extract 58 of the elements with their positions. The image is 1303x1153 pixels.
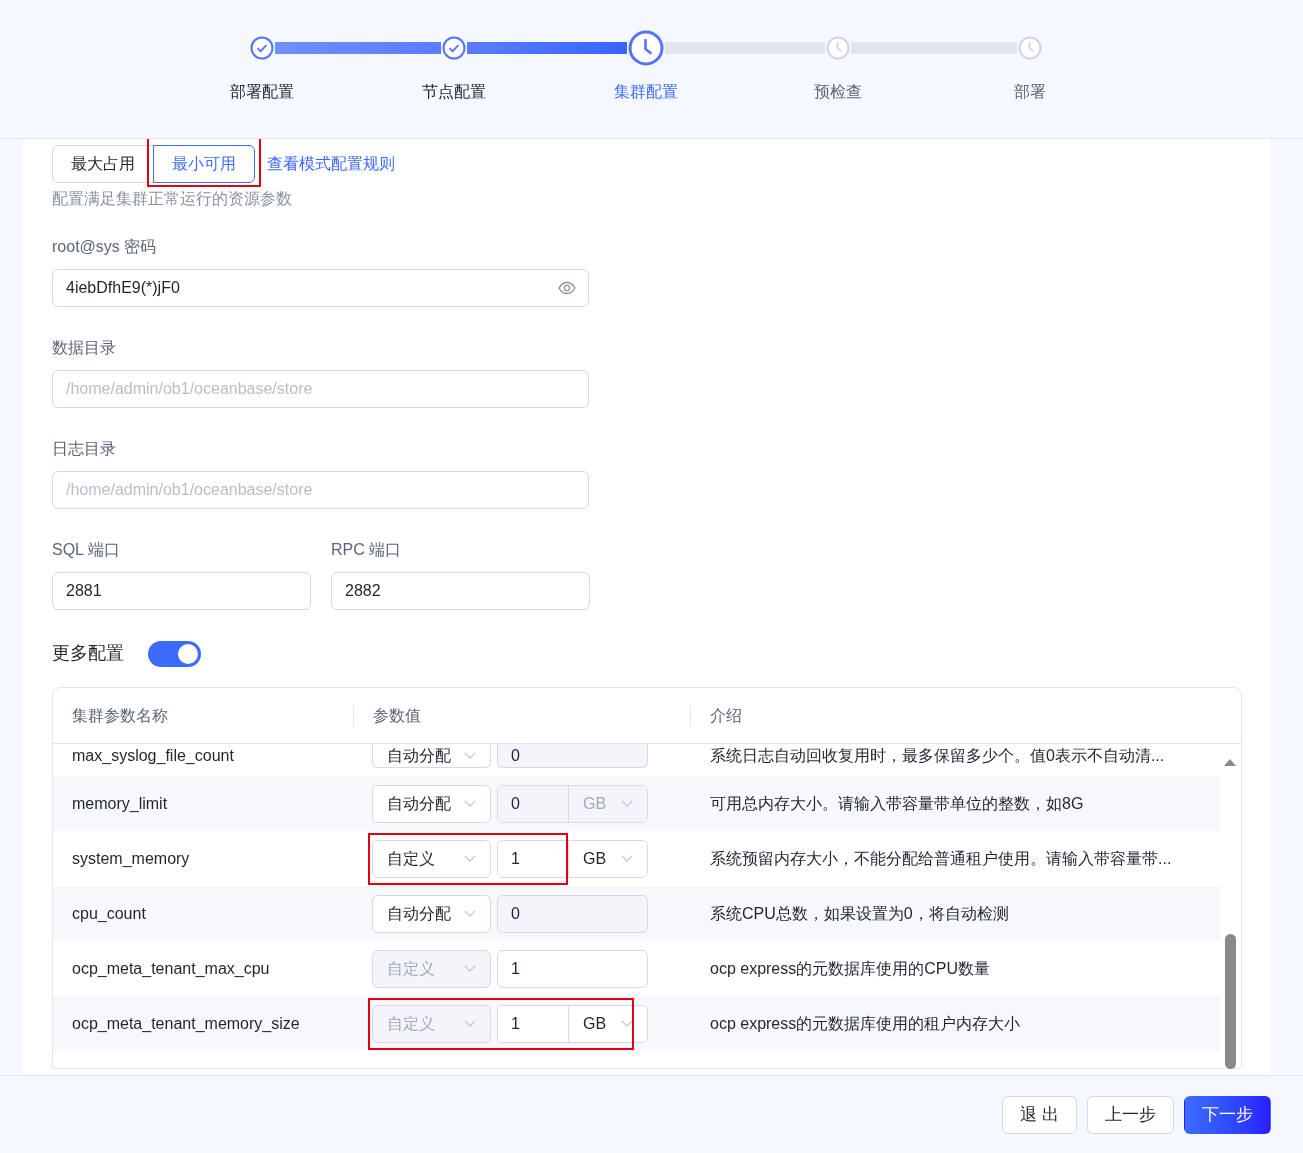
chevron-down-icon [464, 800, 476, 807]
table-cell-text: 系统日志自动回收复用时，最多保留多少个。值0表示不自动清... [709, 746, 1166, 766]
table-cell-text: system_memory [71, 848, 191, 869]
mode-option[interactable]: 最小可用 [153, 145, 255, 183]
toggle-switch[interactable] [148, 640, 201, 667]
step-label: 节点配置 [422, 82, 486, 102]
eye-icon [558, 280, 576, 296]
footer-button[interactable]: 上一步 [1087, 1095, 1174, 1134]
column-header: 集群参数名称 [72, 705, 168, 726]
column-header: 参数值 [372, 705, 421, 726]
chevron-down-icon [621, 800, 633, 807]
unit-dropdown[interactable]: GB [569, 1005, 647, 1042]
input-field[interactable]: 2882 [331, 572, 590, 610]
table-cell-text: ocp express的元数据库使用的租户内存大小 [709, 1013, 1022, 1034]
field-label: SQL 端口 [52, 540, 121, 560]
table-cell-text: ocp_meta_tenant_memory_size [71, 1013, 301, 1034]
select-dropdown[interactable]: 自动分配 [372, 894, 491, 933]
rules-link[interactable]: 查看模式配置规则 [267, 152, 395, 176]
input-field[interactable]: /home/admin/ob1/oceanbase/store [52, 370, 589, 408]
chevron-down-icon [464, 965, 476, 972]
step-label: 部署 [1014, 82, 1046, 102]
step-label: 部署配置 [230, 82, 294, 102]
table-cell-text: cpu_count [71, 903, 147, 924]
table-cell-text: 系统CPU总数，如果设置为0，将自动检测 [709, 903, 1010, 924]
table-cell-text: ocp_meta_tenant_max_cpu [71, 958, 271, 979]
password-field[interactable]: 4iebDfhE9(*)jF0 [52, 269, 589, 307]
field-label: root@sys 密码 [52, 237, 158, 257]
chevron-down-icon [621, 1020, 633, 1027]
footer-button[interactable]: 下一步 [1184, 1095, 1271, 1134]
chevron-down-icon [464, 910, 476, 917]
more-config-label: 更多配置 [52, 642, 124, 665]
table-cell-text: 系统预留内存大小，不能分配给普通租户使用。请输入带容量带... [709, 848, 1173, 869]
footer-button[interactable]: 退 出 [1002, 1095, 1077, 1134]
input-field[interactable]: 1 [498, 1005, 569, 1042]
chevron-down-icon [464, 752, 476, 759]
scrollbar-thumb[interactable] [1225, 934, 1236, 1069]
input-field[interactable]: 2881 [52, 572, 311, 610]
input-field[interactable]: 1 [497, 949, 648, 988]
field-label: 数据目录 [52, 338, 117, 358]
column-header: 介绍 [710, 705, 743, 726]
mode-description: 配置满足集群正常运行的资源参数 [52, 189, 293, 209]
step-label: 预检查 [814, 82, 862, 102]
input-field[interactable]: /home/admin/ob1/oceanbase/store [52, 471, 589, 509]
select-dropdown[interactable]: 自定义 [372, 839, 491, 878]
field-label: 日志目录 [52, 439, 117, 459]
select-dropdown[interactable]: 自动分配 [372, 744, 491, 768]
chevron-down-icon [464, 855, 476, 862]
scroll-up-arrow-icon [1223, 758, 1237, 767]
field-label: RPC 端口 [331, 540, 403, 560]
table-cell-text: max_syslog_file_count [71, 746, 235, 766]
mode-option[interactable]: 最大占用 [52, 145, 154, 183]
table-cell-text: 可用总内存大小。请输入带容量带单位的整数，如8G [709, 793, 1085, 814]
step-label: 集群配置 [614, 82, 678, 102]
chevron-down-icon [621, 855, 633, 862]
chevron-down-icon [464, 1020, 476, 1027]
table-cell-text: ocp express的元数据库使用的CPU数量 [709, 958, 992, 979]
table-cell-text: memory_limit [71, 793, 169, 814]
input-field[interactable]: 1 [498, 840, 569, 877]
